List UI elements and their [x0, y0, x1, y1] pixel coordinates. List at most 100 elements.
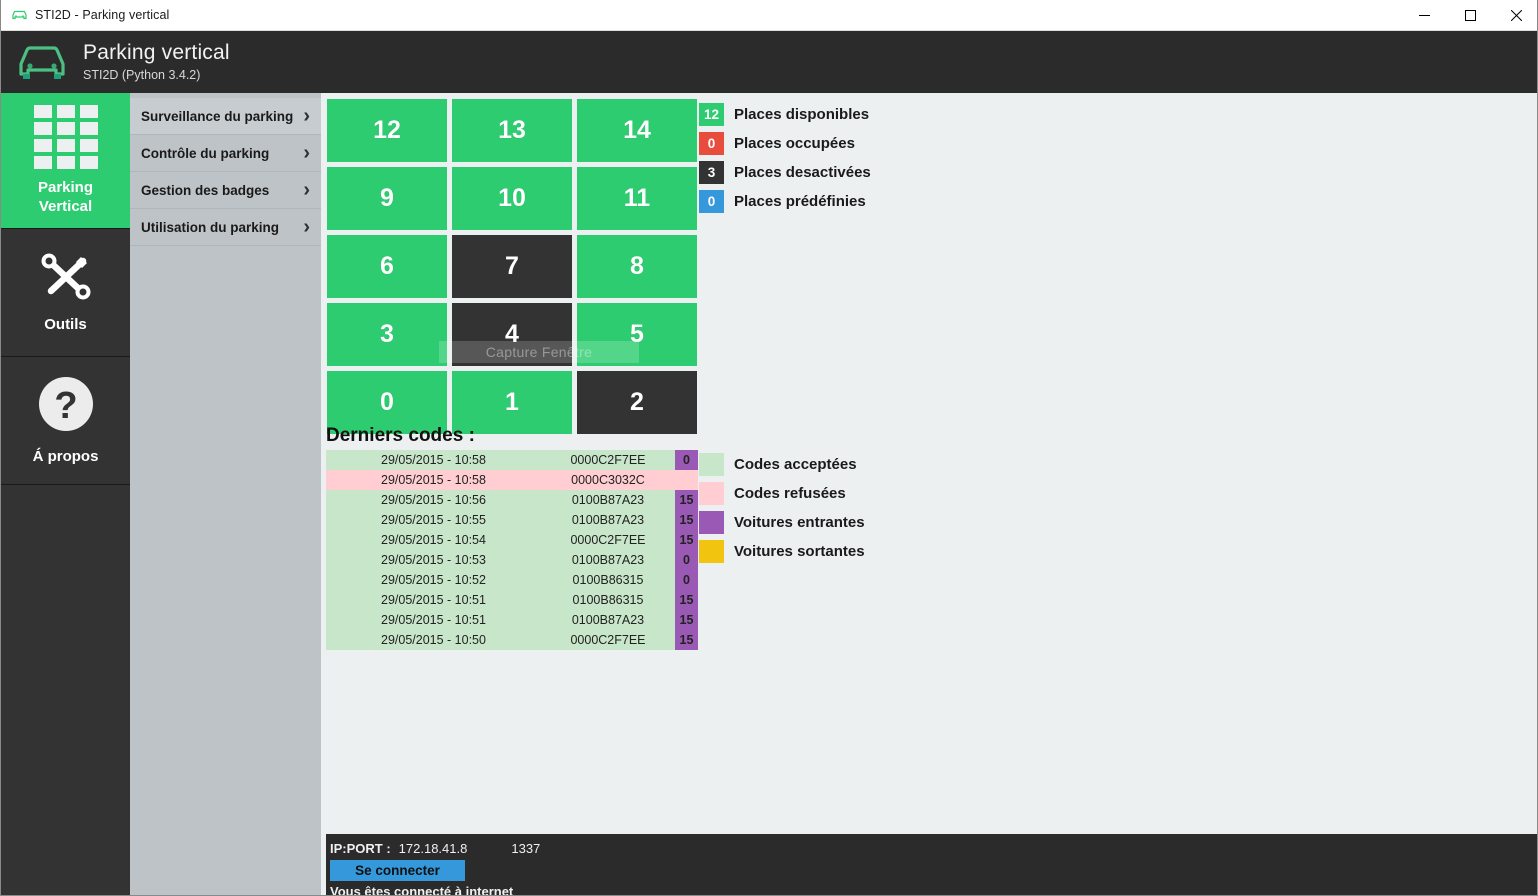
code-value: 0000C2F7EE [570, 533, 646, 547]
parking-slot-13[interactable]: 13 [452, 99, 572, 162]
app-subtitle: STI2D (Python 3.4.2) [83, 68, 201, 83]
window-controls [1401, 0, 1537, 31]
table-row[interactable]: 29/05/2015 - 10:51 0100B86315 15 [326, 590, 698, 610]
table-row[interactable]: 29/05/2015 - 10:54 0000C2F7EE 15 [326, 530, 698, 550]
status-count-badge: 3 [699, 161, 724, 184]
table-row[interactable]: 29/05/2015 - 10:58 0000C3032C [326, 470, 698, 490]
sidebar-item-apropos-label: Á propos [32, 448, 99, 465]
connect-button[interactable]: Se connecter [330, 860, 465, 881]
codes-table: 29/05/2015 - 10:58 0000C2F7EE 0 29/05/2015 … [326, 450, 698, 650]
parking-slot-5[interactable]: 5 [577, 303, 697, 366]
parking-slot-4[interactable]: 4 [452, 303, 572, 366]
status-legend-row: 0 Places prédéfinies [699, 187, 871, 216]
status-count-badge: 0 [699, 132, 724, 155]
parking-slot-8[interactable]: 8 [577, 235, 697, 298]
parking-slot-7[interactable]: 7 [452, 235, 572, 298]
status-legend: 12 Places disponibles 0 Places occupées 3 Pla… [699, 100, 871, 216]
submenu-item-controle-label: Contrôle du parking [141, 145, 270, 161]
code-timestamp: 29/05/2015 - 10:53 [381, 553, 486, 567]
grid-icon [33, 105, 98, 169]
maximize-button[interactable] [1447, 0, 1493, 31]
port-value[interactable]: 1337 [511, 841, 540, 856]
code-slot-badge: 15 [675, 490, 698, 510]
connection-status-text: Vous êtes connecté à internet [330, 884, 514, 896]
status-legend-row: 12 Places disponibles [699, 100, 871, 129]
sidebar-item-parking-vertical[interactable]: Parking Vertical [1, 93, 130, 229]
submenu-item-utilisation-label: Utilisation du parking [141, 219, 280, 235]
table-row[interactable]: 29/05/2015 - 10:52 0100B86315 0 [326, 570, 698, 590]
submenu-item-badges-label: Gestion des badges [141, 182, 270, 198]
submenu-panel: Surveillance du parking › Contrôle du pa… [130, 98, 321, 895]
status-legend-label: Places disponibles [734, 106, 870, 123]
table-row[interactable]: 29/05/2015 - 10:56 0100B87A23 15 [326, 490, 698, 510]
sidebar-rail: Parking Vertical Outils ? Á propos [1, 93, 130, 895]
submenu-item-badges[interactable]: Gestion des badges › [130, 172, 321, 209]
parking-grid: 12 13 14 9 10 11 6 7 8 3 4 5 0 1 2 [327, 99, 697, 434]
sidebar-item-apropos[interactable]: ? Á propos [1, 357, 130, 485]
submenu-item-utilisation[interactable]: Utilisation du parking › [130, 209, 321, 246]
codes-legend-row: Codes acceptées [699, 450, 865, 479]
question-mark-icon: ? [37, 375, 95, 438]
status-legend-label: Places occupées [734, 135, 855, 152]
codes-legend: Codes acceptées Codes refusées Voitures en… [699, 450, 865, 566]
minimize-button[interactable] [1401, 0, 1447, 31]
ip-port-label: IP:PORT : [330, 841, 391, 856]
codes-legend-row: Voitures entrantes [699, 508, 865, 537]
codes-legend-label: Codes refusées [734, 485, 846, 502]
sidebar-item-parking-label: Parking Vertical [38, 178, 93, 216]
status-legend-label: Places desactivées [734, 164, 871, 181]
submenu-item-controle[interactable]: Contrôle du parking › [130, 135, 321, 172]
sidebar-item-outils[interactable]: Outils [1, 229, 130, 357]
parking-slot-11[interactable]: 11 [577, 167, 697, 230]
parking-slot-9[interactable]: 9 [327, 167, 447, 230]
svg-text:?: ? [54, 385, 77, 427]
codes-legend-label: Codes acceptées [734, 456, 857, 473]
code-timestamp: 29/05/2015 - 10:52 [381, 573, 486, 587]
status-legend-label: Places prédéfinies [734, 193, 866, 210]
parking-slot-14[interactable]: 14 [577, 99, 697, 162]
submenu-item-surveillance[interactable]: Surveillance du parking › [130, 98, 321, 135]
code-timestamp: 29/05/2015 - 10:55 [381, 513, 486, 527]
sidebar-item-parking-label-line1: Parking [37, 179, 94, 196]
status-legend-row: 3 Places desactivées [699, 158, 871, 187]
code-slot-badge: 0 [675, 450, 698, 470]
chevron-right-icon: › [303, 142, 310, 164]
code-slot-badge: 15 [675, 590, 698, 610]
code-timestamp: 29/05/2015 - 10:54 [381, 533, 486, 547]
codes-legend-swatch [699, 540, 724, 563]
code-value: 0100B87A23 [571, 493, 645, 507]
ip-value[interactable]: 172.18.41.8 [399, 841, 468, 856]
application-window: STI2D - Parking vertical Parking vertica… [0, 0, 1538, 896]
table-row[interactable]: 29/05/2015 - 10:51 0100B87A23 15 [326, 610, 698, 630]
code-timestamp: 29/05/2015 - 10:58 [381, 453, 486, 467]
connection-address-row: IP:PORT : 172.18.41.8 1337 [330, 839, 1537, 858]
tools-icon [37, 251, 95, 306]
table-row[interactable]: 29/05/2015 - 10:58 0000C2F7EE 0 [326, 450, 698, 470]
app-header: Parking vertical STI2D (Python 3.4.2) [1, 31, 1537, 93]
code-slot-badge: 15 [675, 610, 698, 630]
code-slot-badge [675, 470, 698, 490]
app-title: Parking vertical [83, 41, 230, 65]
submenu-item-surveillance-label: Surveillance du parking [141, 108, 294, 124]
window-title: STI2D - Parking vertical [35, 8, 170, 22]
code-timestamp: 29/05/2015 - 10:51 [381, 613, 486, 627]
codes-legend-row: Voitures sortantes [699, 537, 865, 566]
sidebar-item-outils-label: Outils [44, 316, 87, 333]
table-row[interactable]: 29/05/2015 - 10:53 0100B87A23 0 [326, 550, 698, 570]
status-count-badge: 12 [699, 103, 724, 126]
parking-slot-6[interactable]: 6 [327, 235, 447, 298]
code-timestamp: 29/05/2015 - 10:56 [381, 493, 486, 507]
code-value: 0000C2F7EE [570, 453, 646, 467]
window-titlebar: STI2D - Parking vertical [1, 0, 1537, 31]
status-count-badge: 0 [699, 190, 724, 213]
car-icon [14, 40, 70, 84]
code-value: 0100B86315 [572, 593, 644, 607]
parking-slot-12[interactable]: 12 [327, 99, 447, 162]
table-row[interactable]: 29/05/2015 - 10:55 0100B87A23 15 [326, 510, 698, 530]
parking-slot-10[interactable]: 10 [452, 167, 572, 230]
parking-slot-3[interactable]: 3 [327, 303, 447, 366]
table-row[interactable]: 29/05/2015 - 10:50 0000C2F7EE 15 [326, 630, 698, 650]
close-button[interactable] [1493, 0, 1537, 31]
code-value: 0000C3032C [571, 473, 645, 487]
parking-slot-2[interactable]: 2 [577, 371, 697, 434]
